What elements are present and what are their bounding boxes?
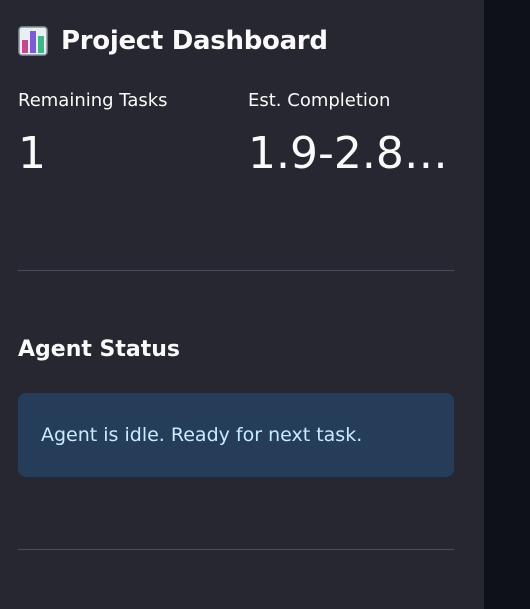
agent-status-heading: Agent Status (18, 337, 181, 362)
agent-status-info-box: Agent is idle. Ready for next task. (18, 393, 454, 477)
agent-status-message: Agent is idle. Ready for next task. (41, 424, 363, 446)
divider (18, 549, 454, 550)
metric-value: 1 (18, 128, 46, 179)
page-header: Project Dashboard (18, 22, 328, 60)
sidebar: Project Dashboard Remaining Tasks 1 Est.… (0, 0, 484, 609)
bar-chart-icon (18, 26, 48, 56)
metric-label: Est. Completion (248, 90, 391, 111)
main-content-area (484, 0, 530, 609)
divider (18, 270, 454, 271)
page-title: Project Dashboard (61, 26, 328, 56)
metric-value: 1.9-2.8… (248, 128, 448, 179)
metric-remaining-tasks: Remaining Tasks 1 (18, 88, 228, 180)
metric-label: Remaining Tasks (18, 90, 168, 111)
metric-est-completion: Est. Completion 1.9-2.8… (248, 88, 454, 180)
